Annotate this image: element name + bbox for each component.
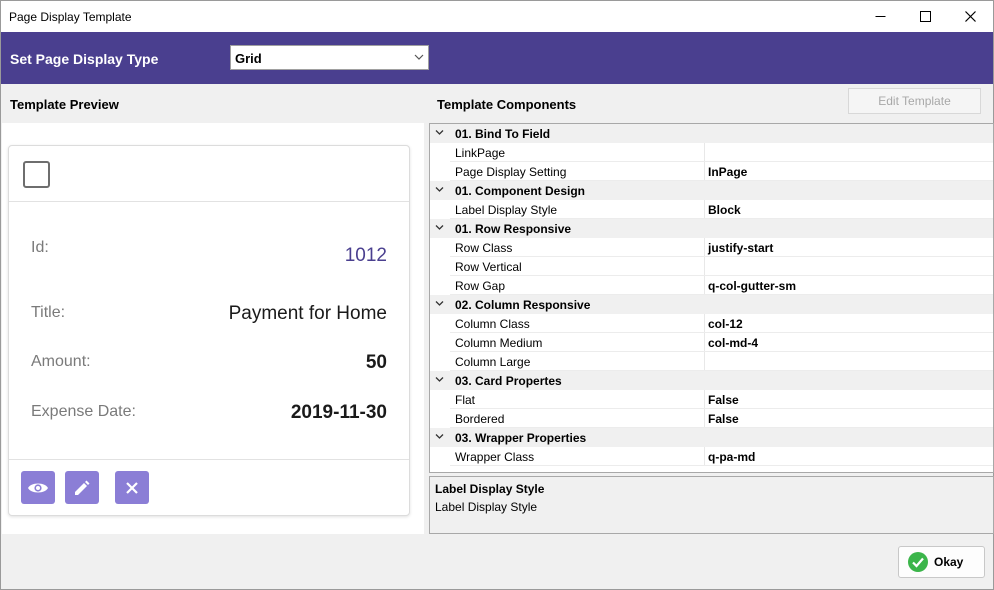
property-value[interactable]: col-md-4 — [708, 336, 758, 350]
minimize-button[interactable] — [857, 1, 903, 32]
property-name: Label Display Style — [455, 203, 558, 217]
close-icon — [126, 481, 138, 494]
chevron-down-icon — [414, 54, 424, 60]
window-title: Page Display Template — [9, 10, 132, 24]
category-label: 01. Component Design — [455, 184, 586, 198]
property-row-row-class[interactable]: Row Class justify-start — [430, 238, 993, 257]
property-row-flat[interactable]: Flat False — [430, 390, 993, 409]
page-display-template-window: Page Display Template Set Page Display T… — [0, 0, 994, 590]
okay-button[interactable]: Okay — [898, 546, 985, 578]
view-button[interactable] — [21, 471, 55, 504]
template-preview-panel: Id: 1012 Title: Payment for Home Amount:… — [2, 123, 424, 534]
property-name: Row Vertical — [455, 260, 522, 274]
category-card-properties[interactable]: 03. Card Propertes — [430, 371, 993, 390]
preview-card: Id: 1012 Title: Payment for Home Amount:… — [8, 145, 410, 516]
property-name: Wrapper Class — [455, 450, 535, 464]
field-label-amount: Amount: — [31, 353, 91, 370]
chevron-down-icon[interactable] — [435, 300, 444, 307]
chevron-down-icon[interactable] — [435, 376, 444, 383]
property-description-panel: Label Display Style Label Display Style — [429, 476, 994, 534]
property-name: Row Class — [455, 241, 513, 255]
edit-button[interactable] — [65, 471, 99, 504]
category-label: 03. Card Propertes — [455, 374, 562, 388]
property-value[interactable]: justify-start — [708, 241, 773, 255]
pencil-icon — [75, 480, 90, 495]
field-label-expense-date: Expense Date: — [31, 403, 136, 420]
check-circle-icon — [908, 552, 928, 572]
category-wrapper-properties[interactable]: 03. Wrapper Properties — [430, 428, 993, 447]
field-label-title: Title: — [31, 304, 66, 321]
property-value[interactable]: q-col-gutter-sm — [708, 279, 796, 293]
maximize-button[interactable] — [902, 1, 948, 32]
property-name: Column Class — [455, 317, 530, 331]
category-column-responsive[interactable]: 02. Column Responsive — [430, 295, 993, 314]
description-text: Label Display Style — [435, 500, 538, 514]
delete-button[interactable] — [115, 471, 149, 504]
property-row-column-large[interactable]: Column Large — [430, 352, 993, 371]
property-name: Flat — [455, 393, 476, 407]
property-row-label-display-style[interactable]: Label Display Style Block — [430, 200, 993, 219]
field-value-expense-date: 2019-11-30 — [290, 402, 387, 423]
template-components-title: Template Components — [437, 97, 577, 112]
property-name: Page Display Setting — [455, 165, 567, 179]
minimize-icon — [875, 16, 885, 17]
field-value-title: Payment for Home — [228, 303, 387, 324]
template-preview-title: Template Preview — [10, 97, 119, 112]
property-name: Column Large — [455, 355, 531, 369]
display-type-value: Grid — [235, 51, 262, 66]
field-value-amount: 50 — [365, 352, 387, 373]
property-value[interactable]: Block — [708, 203, 741, 217]
chevron-down-icon[interactable] — [435, 224, 444, 231]
property-row-page-display-setting[interactable]: Page Display Setting InPage — [430, 162, 993, 181]
property-row-column-class[interactable]: Column Class col-12 — [430, 314, 993, 333]
card-divider — [9, 201, 409, 202]
property-name: Bordered — [455, 412, 505, 426]
category-component-design[interactable]: 01. Component Design — [430, 181, 993, 200]
property-name: Column Medium — [455, 336, 543, 350]
property-value[interactable]: q-pa-md — [708, 450, 755, 464]
property-row-row-vertical[interactable]: Row Vertical — [430, 257, 993, 276]
property-value[interactable]: False — [708, 393, 739, 407]
category-row-responsive[interactable]: 01. Row Responsive — [430, 219, 993, 238]
category-label: 01. Row Responsive — [455, 222, 572, 236]
okay-label: Okay — [934, 555, 964, 569]
property-name: LinkPage — [455, 146, 506, 160]
chevron-down-icon[interactable] — [435, 186, 444, 193]
property-row-linkpage[interactable]: LinkPage — [430, 143, 993, 162]
property-row-bordered[interactable]: Bordered False — [430, 409, 993, 428]
chevron-down-icon[interactable] — [435, 129, 444, 136]
property-row-row-gap[interactable]: Row Gap q-col-gutter-sm — [430, 276, 993, 295]
card-actions-divider — [9, 459, 409, 460]
description-title: Label Display Style — [435, 482, 545, 496]
maximize-icon — [919, 11, 931, 22]
chevron-down-icon[interactable] — [435, 433, 444, 440]
select-checkbox[interactable] — [23, 161, 50, 188]
property-grid: 01. Bind To Field LinkPage Page Display … — [429, 123, 994, 473]
property-value[interactable]: False — [708, 412, 739, 426]
edit-template-button[interactable]: Edit Template — [848, 88, 981, 114]
property-name: Row Gap — [455, 279, 506, 293]
category-label: 01. Bind To Field — [455, 127, 551, 141]
property-row-wrapper-class[interactable]: Wrapper Class q-pa-md — [430, 447, 993, 466]
category-label: 03. Wrapper Properties — [455, 431, 587, 445]
title-bar: Page Display Template — [1, 1, 993, 32]
field-value-id: 1012 — [344, 245, 387, 266]
eye-icon — [28, 483, 48, 492]
field-label-id: Id: — [31, 239, 49, 256]
display-type-label: Set Page Display Type — [10, 51, 159, 67]
category-bind-to-field[interactable]: 01. Bind To Field — [430, 124, 993, 143]
display-type-select[interactable]: Grid — [230, 45, 429, 70]
property-row-column-medium[interactable]: Column Medium col-md-4 — [430, 333, 993, 352]
property-value[interactable]: col-12 — [708, 317, 743, 331]
property-value[interactable]: InPage — [708, 165, 747, 179]
display-type-bar: Set Page Display Type Grid — [1, 32, 993, 84]
close-window-button[interactable] — [947, 1, 993, 32]
close-icon — [964, 11, 976, 22]
category-label: 02. Column Responsive — [455, 298, 591, 312]
